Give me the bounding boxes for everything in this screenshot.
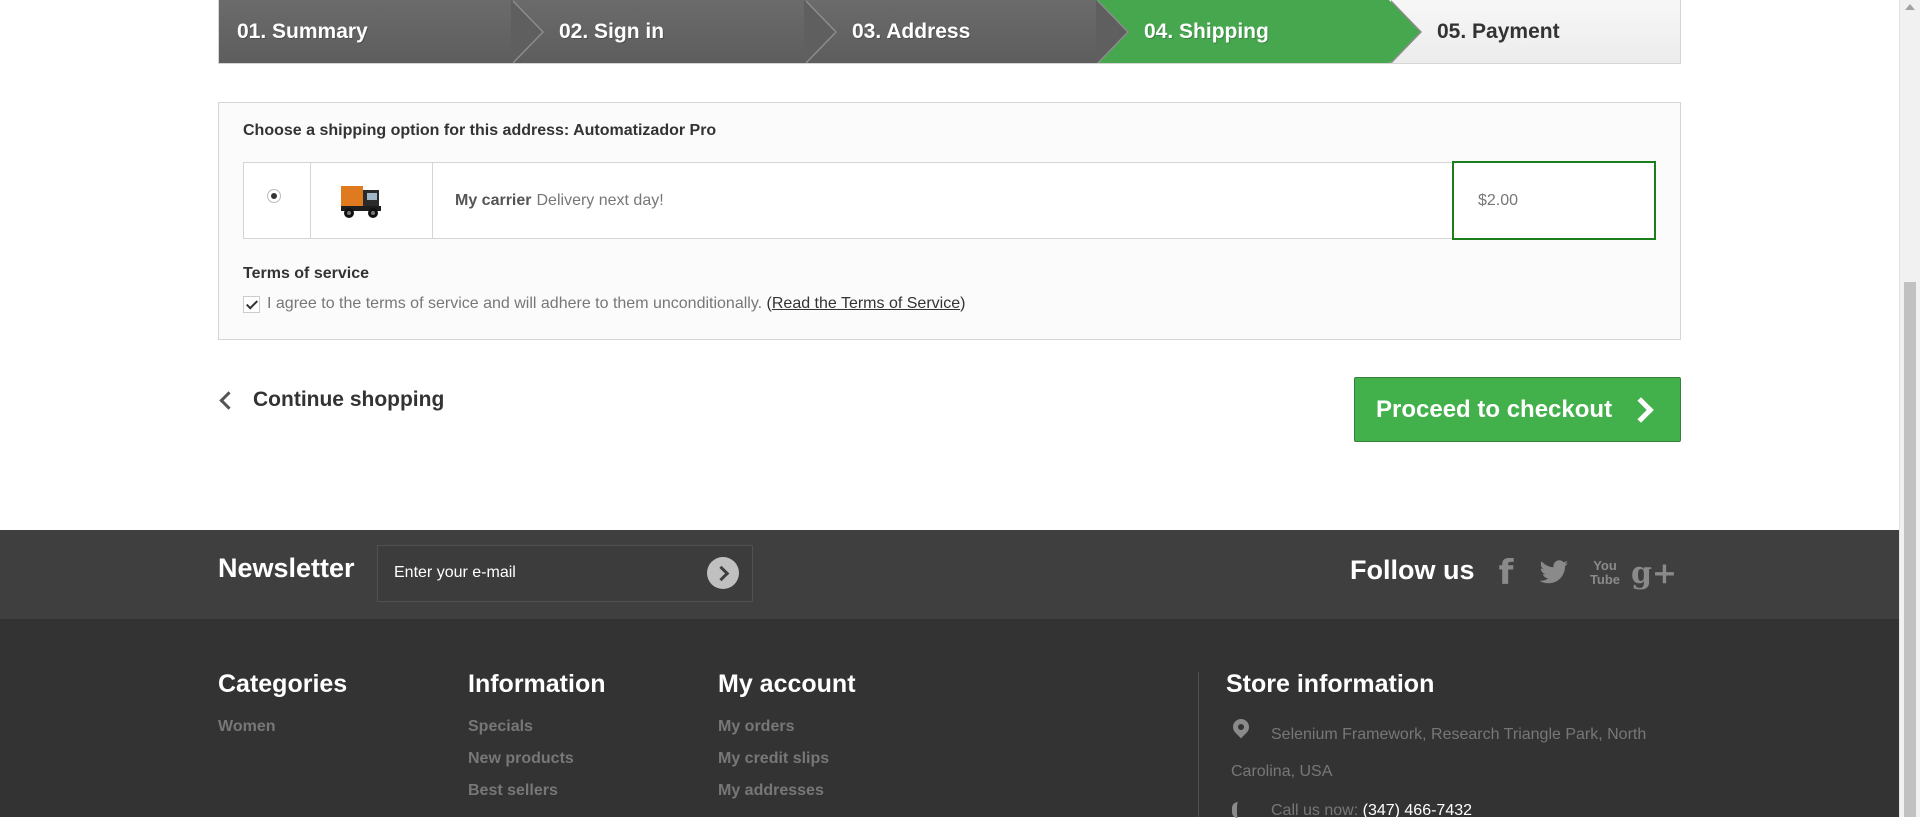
carrier-delay: Delivery next day!	[536, 191, 664, 209]
step-sign-in[interactable]: 02. Sign in	[511, 0, 837, 63]
youtube-icon[interactable]: You Tube	[1587, 555, 1623, 591]
store-address-line1: Selenium Framework, Research Triangle Pa…	[1271, 726, 1647, 743]
chevron-right-icon	[1628, 396, 1654, 423]
youtube-you: You	[1593, 558, 1617, 573]
footer-link-best-sellers[interactable]: Best sellers	[468, 782, 558, 800]
terms-checkbox[interactable]	[243, 295, 260, 313]
carrier-radio-cell	[244, 163, 311, 238]
step-label: 03. Address	[852, 20, 971, 43]
carrier-price: $2.00	[1452, 161, 1656, 240]
scroll-up-arrow-icon[interactable]	[1905, 4, 1915, 10]
continue-shopping-label: Continue shopping	[253, 388, 445, 411]
continue-shopping-button[interactable]: Continue shopping	[218, 388, 444, 412]
step-label: 01. Summary	[237, 20, 368, 43]
terms-link[interactable]: Read the Terms of Service	[772, 295, 960, 313]
carrier-radio[interactable]	[267, 189, 281, 203]
store-address-line2: Carolina, USA	[1231, 763, 1333, 780]
shipping-title: Choose a shipping option for this addres…	[243, 122, 717, 139]
step-shipping: 04. Shipping	[1096, 0, 1422, 63]
information-title: Information	[468, 670, 606, 698]
footer-link-new-products[interactable]: New products	[468, 750, 574, 768]
step-summary[interactable]: 01. Summary	[219, 0, 544, 63]
step-payment: 05. Payment	[1389, 0, 1680, 63]
store-phone-line: Call us now: (347) 466-7432	[1271, 792, 1472, 829]
phone-icon	[1232, 802, 1249, 818]
carrier-description: My carrier Delivery next day!	[433, 163, 1452, 238]
checkout-label: Proceed to checkout	[1376, 395, 1613, 423]
my-account-title: My account	[718, 670, 856, 698]
footer-link-my-orders[interactable]: My orders	[718, 718, 794, 736]
footer-link-women[interactable]: Women	[218, 718, 275, 736]
carrier-option-row[interactable]: My carrier Delivery next day! $2.00	[243, 161, 1656, 240]
terms-close-paren: )	[960, 295, 966, 312]
terms-agree-text: I agree to the terms of service and will…	[267, 295, 763, 312]
newsletter-label: Newsletter	[218, 553, 355, 583]
facebook-icon[interactable]: f	[1488, 553, 1524, 593]
scroll-thumb[interactable]	[1904, 282, 1916, 817]
page-scrollbar[interactable]	[1899, 0, 1920, 817]
carrier-logo-cell	[311, 163, 433, 238]
newsletter-submit-button[interactable]	[707, 557, 739, 589]
step-address[interactable]: 03. Address	[804, 0, 1129, 63]
store-information-title: Store information	[1226, 670, 1435, 698]
truck-icon	[341, 186, 381, 218]
footer-link-specials[interactable]: Specials	[468, 718, 533, 736]
step-label: 04. Shipping	[1144, 20, 1269, 43]
step-label: 05. Payment	[1437, 20, 1560, 43]
chevron-left-icon	[219, 390, 238, 410]
categories-title: Categories	[218, 670, 348, 698]
proceed-to-checkout-button[interactable]: Proceed to checkout	[1354, 377, 1681, 442]
store-phone-number: (347) 466-7432	[1362, 802, 1473, 819]
footer-link-my-addresses[interactable]: My addresses	[718, 782, 824, 800]
checkout-steps: 01. Summary 02. Sign in 03. Address 04. …	[218, 0, 1681, 64]
call-us-label: Call us now:	[1271, 802, 1359, 819]
twitter-icon[interactable]	[1536, 555, 1572, 591]
carrier-name: My carrier	[455, 191, 532, 209]
youtube-tube: Tube	[1589, 572, 1621, 587]
shipping-options-panel: Choose a shipping option for this addres…	[218, 102, 1681, 340]
footer-link-my-credit-slips[interactable]: My credit slips	[718, 750, 829, 768]
footer-divider	[1198, 672, 1199, 817]
follow-us-label: Follow us	[1350, 555, 1475, 585]
terms-title: Terms of service	[243, 265, 369, 282]
step-label: 02. Sign in	[559, 20, 665, 43]
terms-row: I agree to the terms of service and will…	[243, 295, 965, 313]
newsletter-placeholder: Enter your e-mail	[394, 564, 516, 581]
google-plus-icon[interactable]: g+	[1631, 555, 1677, 591]
